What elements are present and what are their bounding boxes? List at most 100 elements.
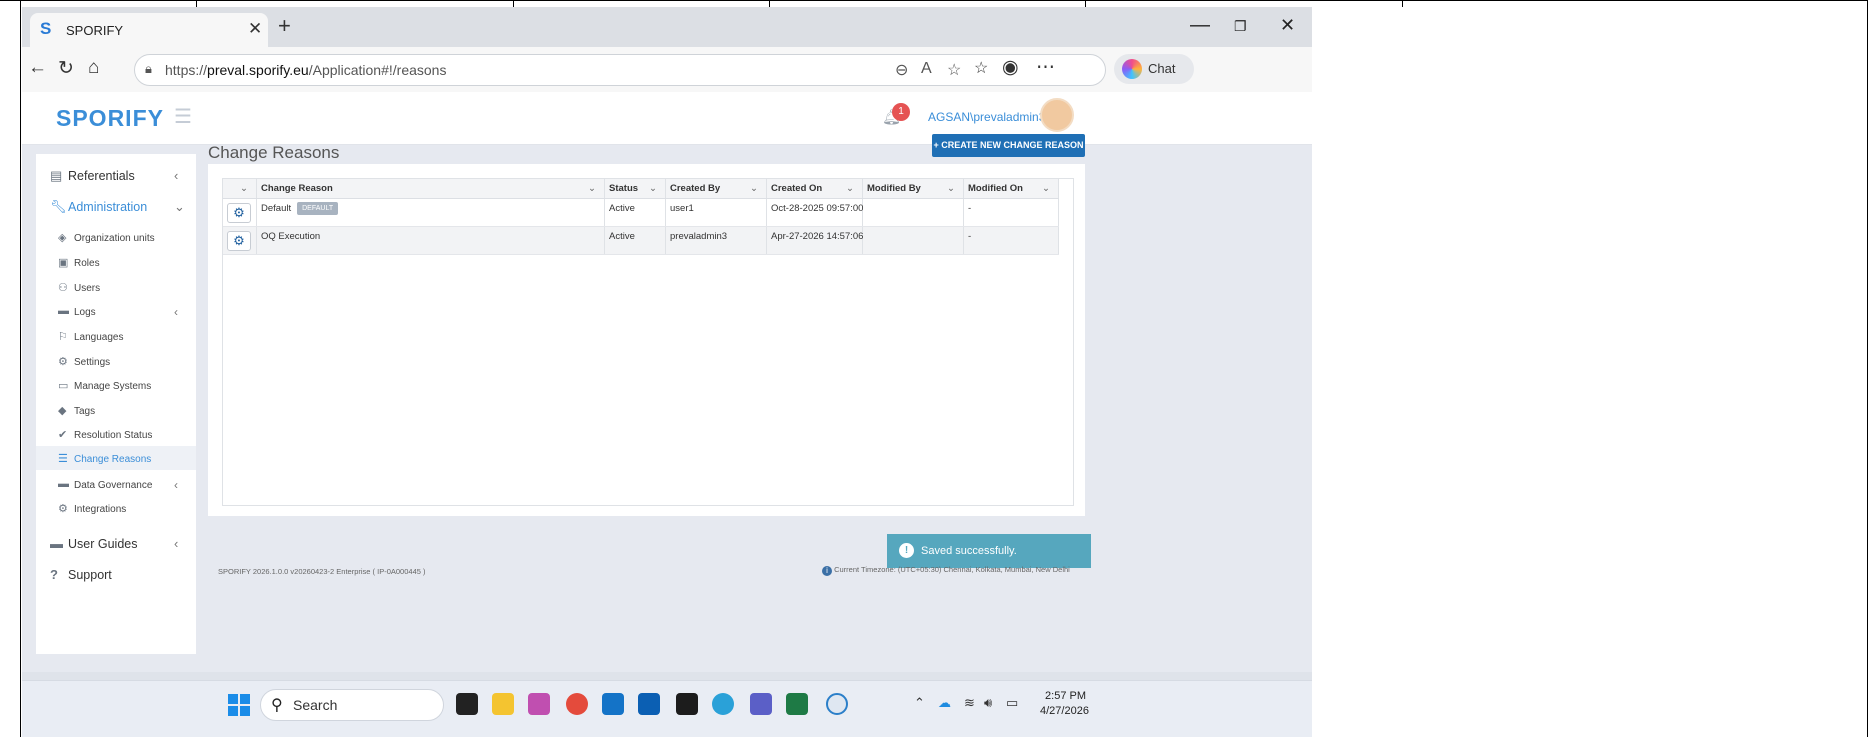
users-icon: ⚇: [58, 282, 68, 294]
sporify-logo-icon: S: [40, 19, 52, 38]
favorites-icon[interactable]: ☆: [974, 58, 988, 78]
success-toast[interactable]: ! Saved successfully.: [887, 534, 1091, 568]
read-aloud-icon[interactable]: A: [921, 60, 932, 78]
profile-icon[interactable]: ◉: [1002, 56, 1019, 79]
column-header-status[interactable]: Status ⌄: [605, 179, 666, 198]
row-actions-cell: ⚙: [223, 199, 257, 226]
chevron-down-icon: ⌄: [174, 199, 185, 214]
taskbar-search-input[interactable]: ⚲ Search: [260, 689, 444, 721]
column-header-created-by[interactable]: Created By ⌄: [666, 179, 767, 198]
app-header: SPORIFY ☰ 🔔︎ 1 AGSAN\prevaladmin3: [22, 92, 1312, 145]
row-settings-gear-icon[interactable]: ⚙: [227, 203, 251, 223]
info-icon: i: [822, 566, 832, 576]
tags-icon: ◆: [58, 405, 67, 417]
cell-change-reason: Default DEFAULT: [257, 199, 605, 226]
search-icon: ⚲: [271, 697, 283, 714]
favorite-star-icon[interactable]: ☆: [947, 60, 961, 80]
browser-toolbar: ← ↻ ⌂ 🔒︎ https://preval.sporify.eu/Appli…: [22, 47, 1312, 92]
grid-line: [1085, 0, 1086, 7]
chevron-left-icon: ‹: [174, 168, 179, 183]
chevron-down-icon: ⌄: [588, 183, 596, 194]
table-header: ⌄ Change Reason ⌄ Status ⌄ Created By ⌄ Cre…: [223, 179, 1059, 199]
table-row[interactable]: ⚙ OQ Execution Active prevaladmin3 Apr-2…: [223, 227, 1059, 255]
grid-line: [513, 0, 514, 7]
create-change-reason-button[interactable]: + CREATE NEW CHANGE REASON: [932, 134, 1085, 157]
brand-logo[interactable]: SPORIFY: [56, 105, 164, 132]
avatar[interactable]: [1040, 98, 1074, 132]
window-close-icon[interactable]: ✕: [1280, 15, 1295, 36]
chevron-down-icon: ⌄: [947, 183, 955, 194]
cell-status: Active: [605, 227, 666, 254]
wifi-icon[interactable]: ≋: [964, 695, 975, 711]
column-header-created-on[interactable]: Created On ⌄: [767, 179, 863, 198]
more-icon[interactable]: ⋯: [1036, 56, 1055, 79]
timezone-info: i Current Timezone: (UTC+05:30) Chennai,…: [822, 565, 1070, 576]
battery-icon[interactable]: ▭: [1006, 695, 1018, 711]
system-clock[interactable]: 2:57 PM 4/27/2026: [1040, 689, 1089, 719]
app-viewport: SPORIFY ☰ 🔔︎ 1 AGSAN\prevaladmin3 ▤ Refe…: [22, 92, 1312, 672]
windows-start-icon[interactable]: [228, 694, 250, 716]
back-icon[interactable]: ←: [28, 57, 47, 79]
copilot-chat-button[interactable]: Chat: [1114, 54, 1194, 84]
zoom-icon[interactable]: ⊖: [895, 60, 908, 80]
browser-tab[interactable]: S SPORIFY ✕: [30, 13, 268, 47]
row-settings-gear-icon[interactable]: ⚙: [227, 231, 251, 251]
chevron-left-icon: ‹: [174, 478, 178, 492]
store-icon[interactable]: [638, 693, 660, 715]
username[interactable]: AGSAN\prevaladmin3: [928, 110, 1045, 124]
outlook-icon[interactable]: [602, 693, 624, 715]
wrench-icon: 🔧︎: [50, 199, 67, 214]
id-card-icon: ▣: [58, 257, 69, 269]
cell-modified-on: -: [964, 199, 1059, 226]
excel-icon[interactable]: [786, 693, 808, 715]
menu-toggle-icon[interactable]: ☰: [174, 104, 192, 129]
notification-badge[interactable]: 1: [892, 103, 910, 121]
intellij-icon[interactable]: [676, 693, 698, 715]
onedrive-icon[interactable]: ☁: [938, 695, 951, 711]
column-header-modified-by[interactable]: Modified By ⌄: [863, 179, 964, 198]
cell-created-by: user1: [666, 199, 767, 226]
grid-line: [769, 0, 770, 7]
change-reasons-table: ⌄ Change Reason ⌄ Status ⌄ Created By ⌄ Cre…: [222, 178, 1074, 506]
edge-icon[interactable]: [712, 693, 734, 715]
book-icon: ▬: [58, 478, 69, 490]
cell-status: Active: [605, 199, 666, 226]
restore-icon[interactable]: ❐: [1234, 18, 1247, 35]
chevron-down-icon: ⌄: [750, 183, 758, 194]
app-swirl-icon[interactable]: [826, 693, 848, 715]
home-icon[interactable]: ⌂: [88, 57, 99, 79]
flag-icon: ⚐: [58, 331, 68, 343]
tab-close-icon[interactable]: ✕: [248, 19, 262, 39]
minimize-icon[interactable]: —: [1190, 14, 1210, 37]
chevron-down-icon: ⌄: [846, 183, 854, 194]
column-header-modified-on[interactable]: Modified On ⌄: [964, 179, 1059, 198]
sidebar-item-change-reasons[interactable]: ☰ Change Reasons: [36, 446, 196, 470]
address-bar[interactable]: 🔒︎ https://preval.sporify.eu/Application…: [134, 54, 1106, 86]
file-explorer-icon[interactable]: [492, 693, 514, 715]
tab-strip: S SPORIFY ✕ + — ❐ ✕: [22, 7, 1312, 47]
m365-icon[interactable]: [528, 693, 550, 715]
version-info: SPORIFY 2026.1.0.0 v20260423-2 Enterpris…: [218, 567, 426, 576]
chevron-left-icon: ‹: [174, 305, 178, 319]
chevron-down-icon: ⌄: [649, 183, 657, 194]
windows-taskbar: ⚲ Search ⌃ ☁ ≋ 🔊︎ ▭ 2:57 PM 4/27/2026: [22, 680, 1312, 737]
page-title: Change Reasons: [208, 143, 340, 162]
sidebar: ▤ Referentials ‹ 🔧︎ Administration ⌄ ◈ O…: [36, 154, 196, 654]
tray-overflow-icon[interactable]: ⌃: [914, 695, 925, 711]
new-tab-icon[interactable]: +: [278, 13, 291, 39]
outer-left-border: [20, 0, 21, 737]
book-icon: ▬: [58, 305, 69, 317]
volume-icon[interactable]: 🔊︎: [984, 695, 992, 711]
default-badge: DEFAULT: [297, 202, 339, 215]
teams-icon[interactable]: [750, 693, 772, 715]
list-icon: ☰: [58, 453, 68, 465]
refresh-icon[interactable]: ↻: [58, 57, 74, 80]
cell-modified-on: -: [964, 227, 1059, 254]
question-icon: ?: [50, 567, 58, 582]
header-expand-cell[interactable]: ⌄: [223, 179, 257, 198]
table-row[interactable]: ⚙ Default DEFAULT Active user1 Oct-28-202…: [223, 199, 1059, 227]
column-header-change-reason[interactable]: Change Reason ⌄: [257, 179, 605, 198]
chrome-icon[interactable]: [566, 693, 588, 715]
outer-top-border: [0, 0, 1868, 4]
task-view-icon[interactable]: [456, 693, 478, 715]
